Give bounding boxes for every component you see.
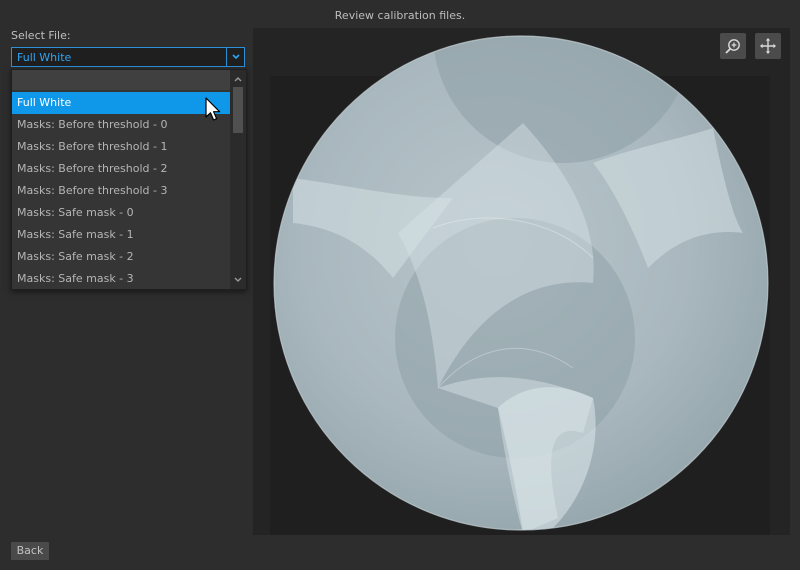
dropdown-scrollbar[interactable] bbox=[230, 70, 246, 289]
dropdown-option[interactable]: Masks: Safe mask - 3 bbox=[12, 268, 230, 290]
move-icon bbox=[760, 38, 776, 54]
dropdown-option[interactable]: Masks: Safe mask - 0 bbox=[12, 202, 230, 224]
move-button[interactable] bbox=[755, 33, 781, 59]
zoom-in-icon bbox=[725, 39, 740, 54]
scrollbar-thumb[interactable] bbox=[233, 87, 243, 133]
scroll-down-icon[interactable] bbox=[230, 273, 246, 287]
dropdown-list: Full White Masks: Before threshold - 0 M… bbox=[12, 92, 230, 290]
zoom-in-button[interactable] bbox=[720, 33, 746, 59]
dropdown-option[interactable]: Masks: Safe mask - 1 bbox=[12, 224, 230, 246]
dropdown-option[interactable]: Masks: Before threshold - 1 bbox=[12, 136, 230, 158]
mouse-cursor-icon bbox=[205, 97, 221, 121]
dropdown-option[interactable]: Full White bbox=[12, 92, 230, 114]
file-select-value: Full White bbox=[17, 51, 72, 64]
page-title: Review calibration files. bbox=[334, 9, 466, 22]
dropdown-option[interactable]: Masks: Before threshold - 3 bbox=[12, 180, 230, 202]
file-select[interactable]: Full White bbox=[11, 47, 245, 67]
calibration-image bbox=[253, 28, 790, 535]
dropdown-blank-row bbox=[12, 70, 230, 90]
back-button[interactable]: Back bbox=[11, 542, 49, 560]
select-file-label: Select File: bbox=[11, 29, 71, 42]
dropdown-option[interactable]: Masks: Before threshold - 2 bbox=[12, 158, 230, 180]
dropdown-option[interactable]: Masks: Safe mask - 2 bbox=[12, 246, 230, 268]
image-viewer[interactable] bbox=[253, 28, 790, 535]
chevron-down-icon[interactable] bbox=[226, 48, 244, 66]
dropdown-option[interactable]: Masks: Before threshold - 0 bbox=[12, 114, 230, 136]
scroll-up-icon[interactable] bbox=[230, 72, 246, 86]
